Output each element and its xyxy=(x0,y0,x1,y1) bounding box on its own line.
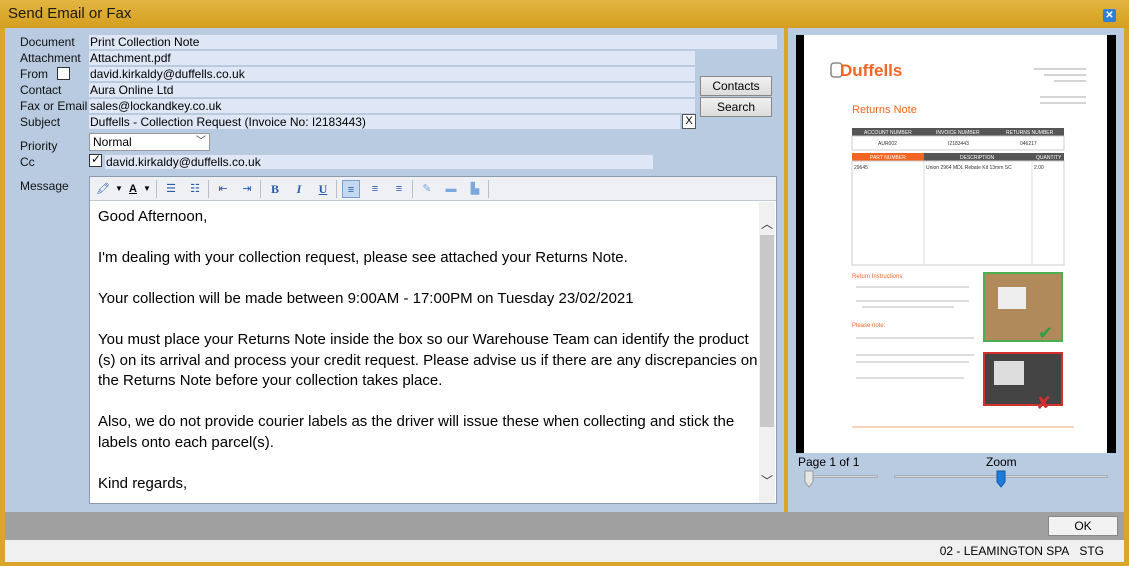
title-bar: Send Email or Fax ✕ xyxy=(0,0,1129,28)
svg-text:29645: 29645 xyxy=(854,165,868,171)
zoom-slider-thumb[interactable] xyxy=(996,470,1006,488)
cc-field[interactable]: david.kirkaldy@duffells.co.uk xyxy=(105,155,653,169)
align-right-icon[interactable]: ≡ xyxy=(390,180,408,198)
svg-text:✔: ✔ xyxy=(1038,323,1053,344)
search-button[interactable]: Search xyxy=(700,97,772,117)
message-body[interactable]: Good Afternoon, I'm dealing with your co… xyxy=(98,207,758,515)
svg-text:DESCRIPTION: DESCRIPTION xyxy=(960,155,995,161)
clear-subject-button[interactable]: X xyxy=(682,114,696,129)
priority-value: Normal xyxy=(93,135,132,149)
attachment-field[interactable]: Attachment.pdf xyxy=(89,51,695,65)
message-editor[interactable]: 🖍 ▼ A ▼ ☰ ☷ ⇤ ⇥ B I U ≡ ≡ ≡ ✎ ▬ ▙ Good A… xyxy=(89,176,777,504)
preview-heading: Returns Note xyxy=(852,104,917,116)
svg-text:I2183443: I2183443 xyxy=(948,141,969,147)
from-label: From xyxy=(20,67,48,81)
underline-icon[interactable]: U xyxy=(314,180,332,198)
svg-text:2.00: 2.00 xyxy=(1034,165,1044,171)
outdent-icon[interactable]: ⇤ xyxy=(214,180,232,198)
document-preview[interactable]: Duffells Returns Note ACCOUNT NUMBER INV… xyxy=(796,35,1116,453)
chevron-down-icon[interactable]: ▼ xyxy=(114,180,124,198)
subject-label: Subject xyxy=(20,115,61,129)
indent-icon[interactable]: ⇥ xyxy=(238,180,256,198)
preview-logo: Duffells xyxy=(840,61,902,80)
pen-icon[interactable]: ✎ xyxy=(418,180,436,198)
svg-text:QUANTITY: QUANTITY xyxy=(1036,155,1062,161)
status-bar: 02 - LEAMINGTON SPA STG xyxy=(5,540,1124,562)
italic-icon[interactable]: I xyxy=(290,180,308,198)
preview-page: Duffells Returns Note ACCOUNT NUMBER INV… xyxy=(804,35,1107,453)
message-paragraph: You must place your Returns Note inside … xyxy=(98,331,758,389)
svg-text:✘: ✘ xyxy=(1036,393,1051,414)
status-text: 02 - LEAMINGTON SPA STG xyxy=(940,544,1104,558)
window-title: Send Email or Fax xyxy=(8,5,132,22)
cc-checkbox[interactable] xyxy=(89,152,102,167)
svg-text:PART NUMBER: PART NUMBER xyxy=(870,155,906,161)
page-slider-track[interactable] xyxy=(804,475,878,478)
scroll-up-icon[interactable]: ︿ xyxy=(759,216,775,232)
svg-text:046217: 046217 xyxy=(1020,141,1037,147)
attachment-label: Attachment xyxy=(20,51,81,65)
chevron-down-icon: ﹀ xyxy=(196,136,206,147)
svg-text:INVOICE NUMBER: INVOICE NUMBER xyxy=(936,130,980,136)
from-checkbox[interactable] xyxy=(57,67,70,80)
zoom-label: Zoom xyxy=(986,455,1017,469)
eraser-icon[interactable]: ▬ xyxy=(442,180,460,198)
numbered-list-icon[interactable]: ☷ xyxy=(186,180,204,198)
message-scrollbar[interactable]: ︿ ﹀ xyxy=(759,202,775,503)
subject-field[interactable]: Duffells - Collection Request (Invoice N… xyxy=(89,115,680,129)
message-paragraph: Also, we do not provide courier labels a… xyxy=(98,413,735,451)
chevron-down-icon[interactable]: ▼ xyxy=(142,180,152,198)
bullet-list-icon[interactable]: ☰ xyxy=(162,180,180,198)
paste-icon[interactable]: ▙ xyxy=(466,180,484,198)
highlight-icon[interactable]: 🖍 xyxy=(92,180,114,198)
svg-text:ACCOUNT NUMBER: ACCOUNT NUMBER xyxy=(864,130,912,136)
message-paragraph: Good Afternoon, xyxy=(98,208,208,225)
svg-text:Please note:: Please note: xyxy=(852,323,886,329)
svg-text:Union 2964 MDL Rebate Kit 13mm: Union 2964 MDL Rebate Kit 13mm SC xyxy=(926,165,1012,171)
message-paragraph: I'm dealing with your collection request… xyxy=(98,249,628,266)
fax-or-email-field[interactable]: sales@lockandkey.co.uk xyxy=(89,99,695,113)
font-color-icon[interactable]: A xyxy=(124,180,142,198)
message-paragraph: Your collection will be made between 9:0… xyxy=(98,290,634,307)
message-label: Message xyxy=(20,179,69,193)
contact-field[interactable]: Aura Online Ltd xyxy=(89,83,695,97)
ok-button[interactable]: OK xyxy=(1048,516,1118,536)
environment-status: STG xyxy=(1079,544,1104,558)
page-indicator: Page 1 of 1 xyxy=(798,455,860,469)
button-bar: OK xyxy=(5,512,1124,540)
document-label: Document xyxy=(20,35,75,49)
preview-panel: Duffells Returns Note ACCOUNT NUMBER INV… xyxy=(788,28,1124,512)
contacts-button[interactable]: Contacts xyxy=(700,76,772,96)
fax-or-email-label: Fax or Email xyxy=(20,99,88,113)
page-slider-thumb[interactable] xyxy=(804,470,814,488)
compose-panel: Document Print Collection Note Attachmen… xyxy=(5,28,784,512)
svg-text:Return Instructions: Return Instructions xyxy=(852,274,902,280)
scrollbar-thumb[interactable] xyxy=(760,235,774,427)
priority-select[interactable]: Normal ﹀ xyxy=(89,133,210,151)
document-field[interactable]: Print Collection Note xyxy=(89,35,777,49)
contact-label: Contact xyxy=(20,83,62,97)
preview-page-graphic: Duffells Returns Note ACCOUNT NUMBER INV… xyxy=(830,61,1086,428)
editor-toolbar: 🖍 ▼ A ▼ ☰ ☷ ⇤ ⇥ B I U ≡ ≡ ≡ ✎ ▬ ▙ xyxy=(90,177,776,201)
scroll-down-icon[interactable]: ﹀ xyxy=(759,473,775,489)
branch-status: 02 - LEAMINGTON SPA xyxy=(939,544,1070,558)
message-paragraph: Kind regards, xyxy=(98,474,188,492)
align-center-icon[interactable]: ≡ xyxy=(366,180,384,198)
from-field[interactable]: david.kirkaldy@duffells.co.uk xyxy=(89,67,695,81)
close-icon[interactable]: ✕ xyxy=(1103,9,1116,22)
align-left-icon[interactable]: ≡ xyxy=(342,180,360,198)
svg-text:AUR002: AUR002 xyxy=(878,141,897,147)
svg-text:RETURNS NUMBER: RETURNS NUMBER xyxy=(1006,130,1054,136)
cc-label: Cc xyxy=(20,155,35,169)
bold-icon[interactable]: B xyxy=(266,180,284,198)
priority-label: Priority xyxy=(20,139,58,153)
